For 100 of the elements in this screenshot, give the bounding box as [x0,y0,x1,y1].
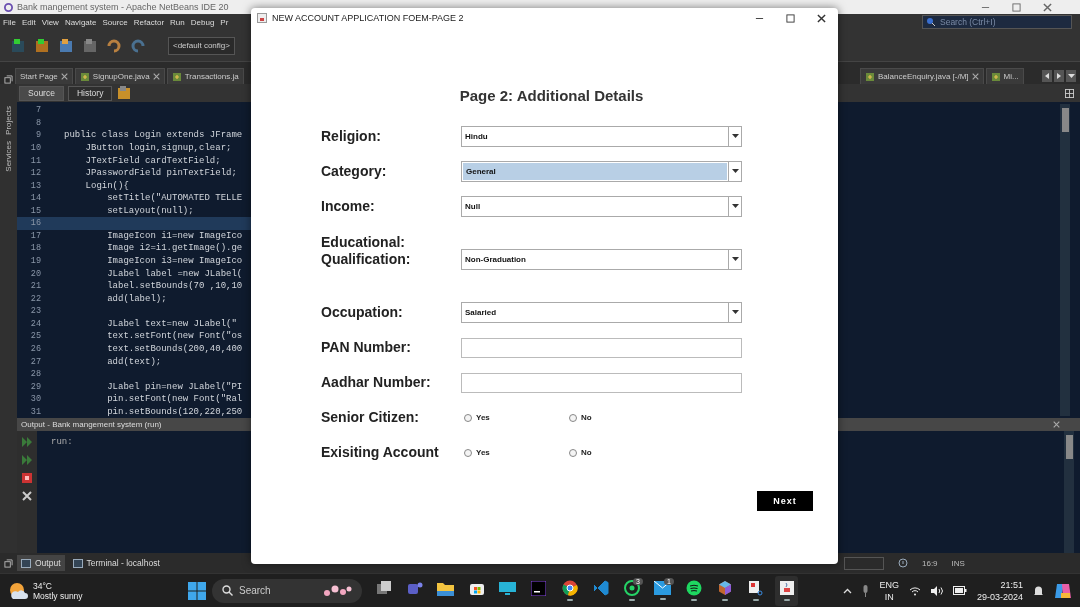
scroll-left-button[interactable] [1042,70,1052,82]
tab-list-button[interactable] [1066,70,1076,82]
notification-icon[interactable] [898,558,908,568]
panel-tab[interactable]: Terminal - localhost [68,555,164,571]
line-number: 29 [29,381,41,392]
code-line: pin.setFont(new Font("Ral [106,394,243,405]
menu-item[interactable]: View [41,17,59,27]
search-icon [926,17,936,27]
side-panel-tab[interactable]: Services [4,140,13,172]
search-field[interactable]: Search (Ctrl+I) [922,15,1072,29]
editor-tab[interactable]: Transactions.ja [166,68,244,84]
editor-tab[interactable]: Mi... [985,68,1024,84]
close-icon[interactable] [817,13,826,23]
navigate-icon[interactable] [116,85,133,101]
save-icon[interactable] [82,37,98,54]
square-app-icon[interactable] [531,580,546,596]
field-label: Aadhar Number: [321,374,432,391]
code-line: setLayout(null); [106,205,194,216]
menu-item[interactable]: Refactor [133,17,165,27]
people-app-icon[interactable] [406,580,423,596]
menu-item[interactable]: File [3,17,16,27]
radio-option[interactable]: Yes [461,448,566,457]
new-project-icon[interactable] [10,37,26,54]
chevron-up-icon[interactable] [843,587,853,594]
radio-button[interactable] [569,448,577,457]
code-line: pin.setBounds(120,220,250 [106,406,243,417]
menu-item[interactable]: Source [102,17,128,27]
dropdown[interactable]: Hindu [461,126,742,147]
menu-item[interactable]: Debug [190,17,215,27]
scrollbar[interactable] [1064,431,1074,553]
rerun-icon[interactable] [22,455,32,465]
start-icon[interactable] [188,581,206,600]
editor-tab[interactable]: Start Page [15,68,73,84]
menu-item[interactable]: Edit [21,17,36,27]
radio-button[interactable] [569,413,577,422]
menu-item[interactable]: Pr [220,17,229,27]
radio-option[interactable]: No [566,413,671,422]
scroll-right-button[interactable] [1054,70,1064,82]
redo-icon[interactable] [130,37,146,54]
menu-item[interactable]: Run [170,17,185,27]
clock[interactable]: 21:51 29-03-2024 [976,578,1023,603]
stop-icon[interactable] [22,473,32,483]
code-line: text.setBounds(200,40,400 [106,343,243,354]
text-field[interactable] [461,337,742,358]
language-indicator[interactable]: ENG IN [879,578,899,603]
side-panel-tab[interactable]: Projects [4,106,13,135]
radio-button[interactable] [464,413,472,422]
undo-icon[interactable] [106,37,122,54]
browser-icon[interactable] [561,580,578,596]
console-icon [72,558,83,568]
code-editor-icon[interactable] [592,580,609,596]
dropdown[interactable]: General [461,161,742,182]
scrollbar[interactable] [1060,104,1070,416]
maximize-icon[interactable] [786,13,795,23]
windows-stack-icon[interactable] [375,580,392,596]
panel-tab[interactable]: Output [17,555,65,571]
search-field[interactable]: Search [212,578,362,603]
folder-icon[interactable] [437,580,454,596]
open-folder-icon[interactable] [58,37,74,54]
rerun-icon[interactable] [22,437,32,447]
mail-icon[interactable] [654,581,671,595]
text-field[interactable] [461,372,742,393]
dropdown[interactable]: Salaried [461,302,742,323]
microphone-icon[interactable] [862,584,870,597]
restore-icon[interactable] [4,558,13,568]
sun-cloud-icon[interactable] [8,581,28,600]
page-heading: Page 2: Additional Details [458,86,645,106]
field-label: Occupation: [321,304,404,321]
java-file-icon [79,71,90,82]
editor-mode-tab[interactable]: History [67,85,113,101]
dropdown[interactable]: Null [461,196,742,217]
editor-tab[interactable]: BalanceEnquiry.java [-/M] [860,68,984,84]
music-icon[interactable] [685,580,702,596]
split-icon[interactable] [1065,88,1074,98]
battery-icon[interactable] [952,586,967,595]
radio-option[interactable]: No [566,448,671,457]
field-label: Category: [321,163,388,180]
code-line: label.setBounds(70 ,10,10 [106,281,243,292]
line-number: 9 [34,130,41,141]
code-line: add(text); [106,356,162,367]
code-line: public class Login extends JFrame [64,130,243,141]
cube-icon[interactable] [716,580,733,596]
next-button[interactable]: Next [757,491,813,511]
editor-mode-tab[interactable]: Source [19,85,64,101]
bell-icon[interactable] [1033,584,1044,597]
radio-option[interactable]: Yes [461,413,566,422]
temperature: 34°C [33,580,53,591]
restore-icon[interactable] [4,75,13,84]
radio-button[interactable] [464,448,472,457]
volume-icon[interactable] [930,585,943,596]
assistant-icon[interactable] [1054,581,1072,600]
editor-tab[interactable]: SignupOne.java [74,68,165,84]
wifi-icon[interactable] [908,585,921,596]
dropdown[interactable]: Non-Graduation [461,249,742,270]
config-dropdown[interactable]: <default config> [168,36,235,55]
new-file-icon[interactable] [34,37,50,54]
monitor-icon[interactable] [499,580,516,596]
menu-item[interactable]: Navigate [64,17,97,27]
line-number: 20 [29,268,41,279]
status-text: 16:9 [922,558,938,568]
